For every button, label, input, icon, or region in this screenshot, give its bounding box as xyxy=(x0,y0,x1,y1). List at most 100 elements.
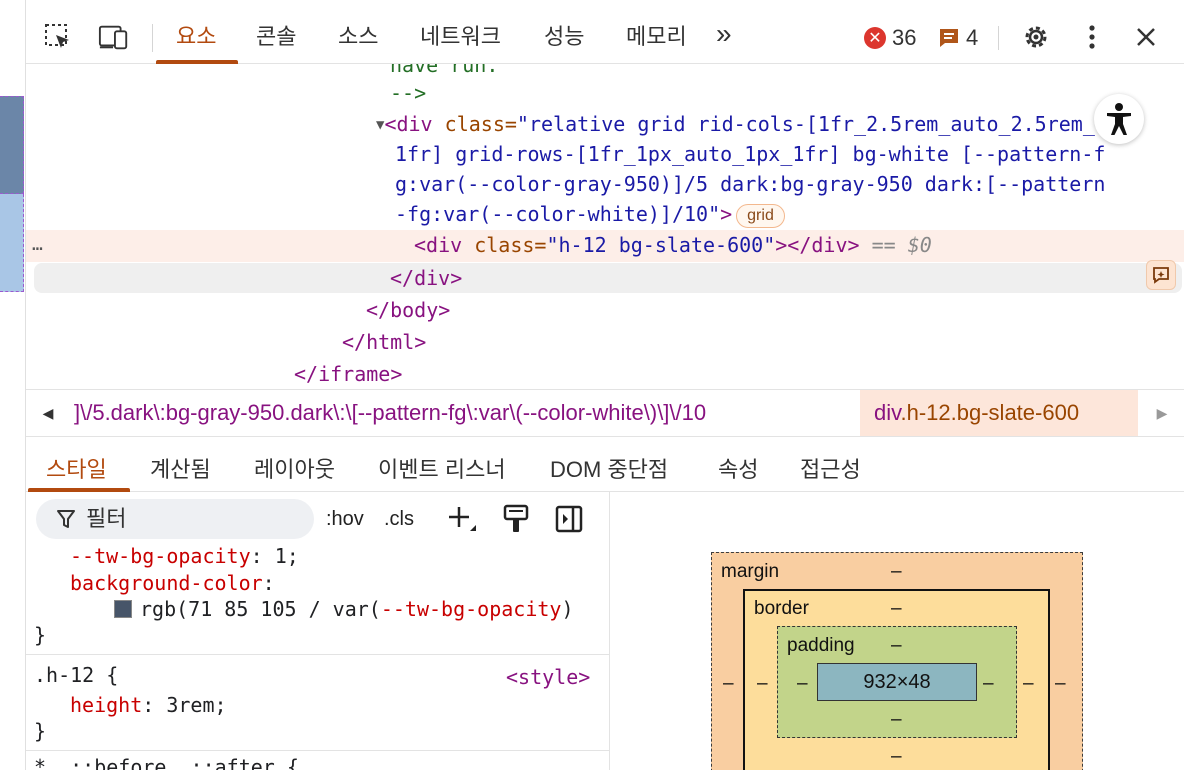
filter-input[interactable] xyxy=(86,506,286,532)
more-options-icon[interactable] xyxy=(1076,22,1108,52)
grid-badge[interactable]: grid xyxy=(736,203,785,228)
color-swatch[interactable] xyxy=(114,600,132,618)
rule-close-brace: } xyxy=(34,623,47,647)
messages-counter[interactable]: 4 xyxy=(938,24,978,52)
property-value: 1 xyxy=(274,544,287,568)
close-icon[interactable] xyxy=(1130,22,1162,52)
padding-top-value[interactable]: – xyxy=(891,635,902,657)
dom-close-div[interactable]: </div> xyxy=(390,263,462,293)
device-toolbar-icon[interactable] xyxy=(98,22,130,52)
border-label: border xyxy=(754,598,809,619)
box-model-content-size[interactable]: 932×48 xyxy=(817,663,977,701)
styles-pane: :hov .cls --tw-bg-opacity: 1; background… xyxy=(26,492,610,770)
margin-left-value[interactable]: – xyxy=(723,673,734,695)
declaration-background-value[interactable]: rgb(71 85 105 / var(--tw-bg-opacity) xyxy=(114,596,574,622)
attr-value: "relative grid rid-cols-[1fr_2.5rem_auto… xyxy=(516,112,1095,136)
errors-counter[interactable]: ✕ 36 xyxy=(864,24,916,52)
margin-top-value[interactable]: – xyxy=(891,561,902,583)
dom-node-grid-div[interactable]: ▼<div class="relative grid rid-cols-[1fr… xyxy=(376,109,1095,139)
dom-close-body[interactable]: </body> xyxy=(366,295,450,325)
breadcrumb-scroll-left-icon[interactable]: ◀ xyxy=(26,390,70,436)
border-left-value[interactable]: – xyxy=(757,673,768,695)
attr-value-continued: 1fr] grid-rows-[1fr_1px_auto_1px_1fr] bg… xyxy=(395,142,1106,166)
tab-styles[interactable]: 스타일 xyxy=(46,452,107,484)
border-bottom-value[interactable]: – xyxy=(891,746,902,768)
tab-sources[interactable]: 소스 xyxy=(338,22,378,52)
tag-name: <div xyxy=(414,233,463,257)
property-name: height xyxy=(70,693,143,717)
page-element-highlight-bottom xyxy=(0,194,24,292)
property-value: rgb(71 85 105 / var( xyxy=(140,597,381,621)
toolbar-divider xyxy=(152,24,153,52)
padding-right-value[interactable]: – xyxy=(983,673,994,695)
tab-accessibility[interactable]: 접근성 xyxy=(800,452,861,484)
page-element-highlight-top xyxy=(0,96,24,194)
rule-divider xyxy=(26,750,609,751)
property-value: 3rem xyxy=(166,693,215,717)
more-tabs-button[interactable]: » xyxy=(716,19,732,49)
margin-right-value[interactable]: – xyxy=(1055,673,1066,695)
rule-source-link[interactable]: <style> xyxy=(506,664,590,690)
border-right-value[interactable]: – xyxy=(1023,673,1034,695)
hovered-node-row[interactable] xyxy=(34,263,1182,293)
declaration-opacity[interactable]: --tw-bg-opacity: 1; xyxy=(70,543,299,569)
breadcrumb: ◀ ]\/5.dark\:bg-gray-950.dark\:\[--patte… xyxy=(26,389,1184,437)
dom-tree: have run. --> ▼<div class="relative grid… xyxy=(26,64,1184,388)
tag-name: <div xyxy=(384,112,433,136)
declaration-background-color[interactable]: background-color: xyxy=(70,570,275,596)
tab-layout[interactable]: 레이아웃 xyxy=(254,452,335,484)
messages-count: 4 xyxy=(966,25,979,50)
dom-close-html[interactable]: </html> xyxy=(342,327,426,357)
sidebar-tabs: 스타일 계산됨 레이아웃 이벤트 리스너 DOM 중단점 속성 접근성 xyxy=(26,438,1184,492)
inspect-element-icon[interactable] xyxy=(42,22,74,52)
tab-network[interactable]: 네트워크 xyxy=(420,22,501,52)
inspected-page-edge xyxy=(0,0,26,770)
ai-assistance-icon[interactable] xyxy=(1146,260,1176,290)
tab-dom-breakpoints[interactable]: DOM 중단점 xyxy=(550,452,668,484)
padding-label: padding xyxy=(787,635,855,656)
margin-label: margin xyxy=(721,561,780,582)
breadcrumb-classes: .h-12.bg-slate-600 xyxy=(900,400,1080,425)
rule-divider xyxy=(26,654,609,655)
breadcrumb-active-item[interactable]: div.h-12.bg-slate-600 xyxy=(860,390,1138,436)
dom-comment-end: --> xyxy=(390,81,427,105)
declaration-height[interactable]: height: 3rem; xyxy=(70,692,227,718)
tab-computed[interactable]: 계산됨 xyxy=(150,452,211,484)
rule-selector-universal[interactable]: *, ::before, ::after { xyxy=(34,754,299,770)
property-name: --tw-bg-opacity xyxy=(70,544,251,568)
node-actions-ellipsis[interactable]: … xyxy=(32,230,43,260)
tab-event-listeners[interactable]: 이벤트 리스너 xyxy=(378,452,506,484)
padding-bottom-value[interactable]: – xyxy=(891,709,902,731)
cls-toggle[interactable]: .cls xyxy=(384,500,414,538)
accessibility-icon[interactable] xyxy=(1094,94,1144,144)
filter-icon xyxy=(56,508,76,530)
settings-gear-icon[interactable] xyxy=(1020,22,1052,52)
breadcrumb-path[interactable]: ]\/5.dark\:bg-gray-950.dark\:\[--pattern… xyxy=(74,390,858,436)
attr-name: class= xyxy=(432,112,517,136)
toggle-sidebar-icon[interactable] xyxy=(554,500,584,538)
property-value-end: ) xyxy=(561,597,574,621)
border-top-value[interactable]: – xyxy=(891,598,902,620)
main-toolbar: 요소 콘솔 소스 네트워크 성능 메모리 » ✕ 36 4 xyxy=(26,10,1184,64)
css-variable[interactable]: --tw-bg-opacity xyxy=(381,597,562,621)
tab-elements[interactable]: 요소 xyxy=(176,22,216,52)
hov-toggle[interactable]: :hov xyxy=(326,500,364,538)
tag-close: ></div> xyxy=(775,233,860,257)
attr-value: "h-12 bg-slate-600" xyxy=(546,233,776,257)
filter-field[interactable] xyxy=(36,499,314,539)
tab-properties[interactable]: 속성 xyxy=(718,452,758,484)
breadcrumb-scroll-right-icon[interactable]: ▶ xyxy=(1140,390,1184,436)
dom-close-iframe[interactable]: </iframe> xyxy=(294,359,402,388)
padding-left-value[interactable]: – xyxy=(797,673,808,695)
errors-count: 36 xyxy=(892,25,917,50)
property-name: background-color xyxy=(70,571,263,595)
dom-node-selected[interactable]: <div class="h-12 bg-slate-600"></div> ==… xyxy=(414,230,932,260)
selected-marker: == $0 xyxy=(859,233,932,257)
rule-selector-h12[interactable]: .h-12 { xyxy=(34,662,118,688)
color-format-brush-icon[interactable] xyxy=(502,500,530,538)
rule-close-brace: } xyxy=(34,719,47,743)
tab-console[interactable]: 콘솔 xyxy=(256,22,296,52)
new-rule-plus-icon[interactable] xyxy=(446,500,478,538)
tab-performance[interactable]: 성능 xyxy=(544,22,584,52)
tab-memory[interactable]: 메모리 xyxy=(626,22,687,52)
